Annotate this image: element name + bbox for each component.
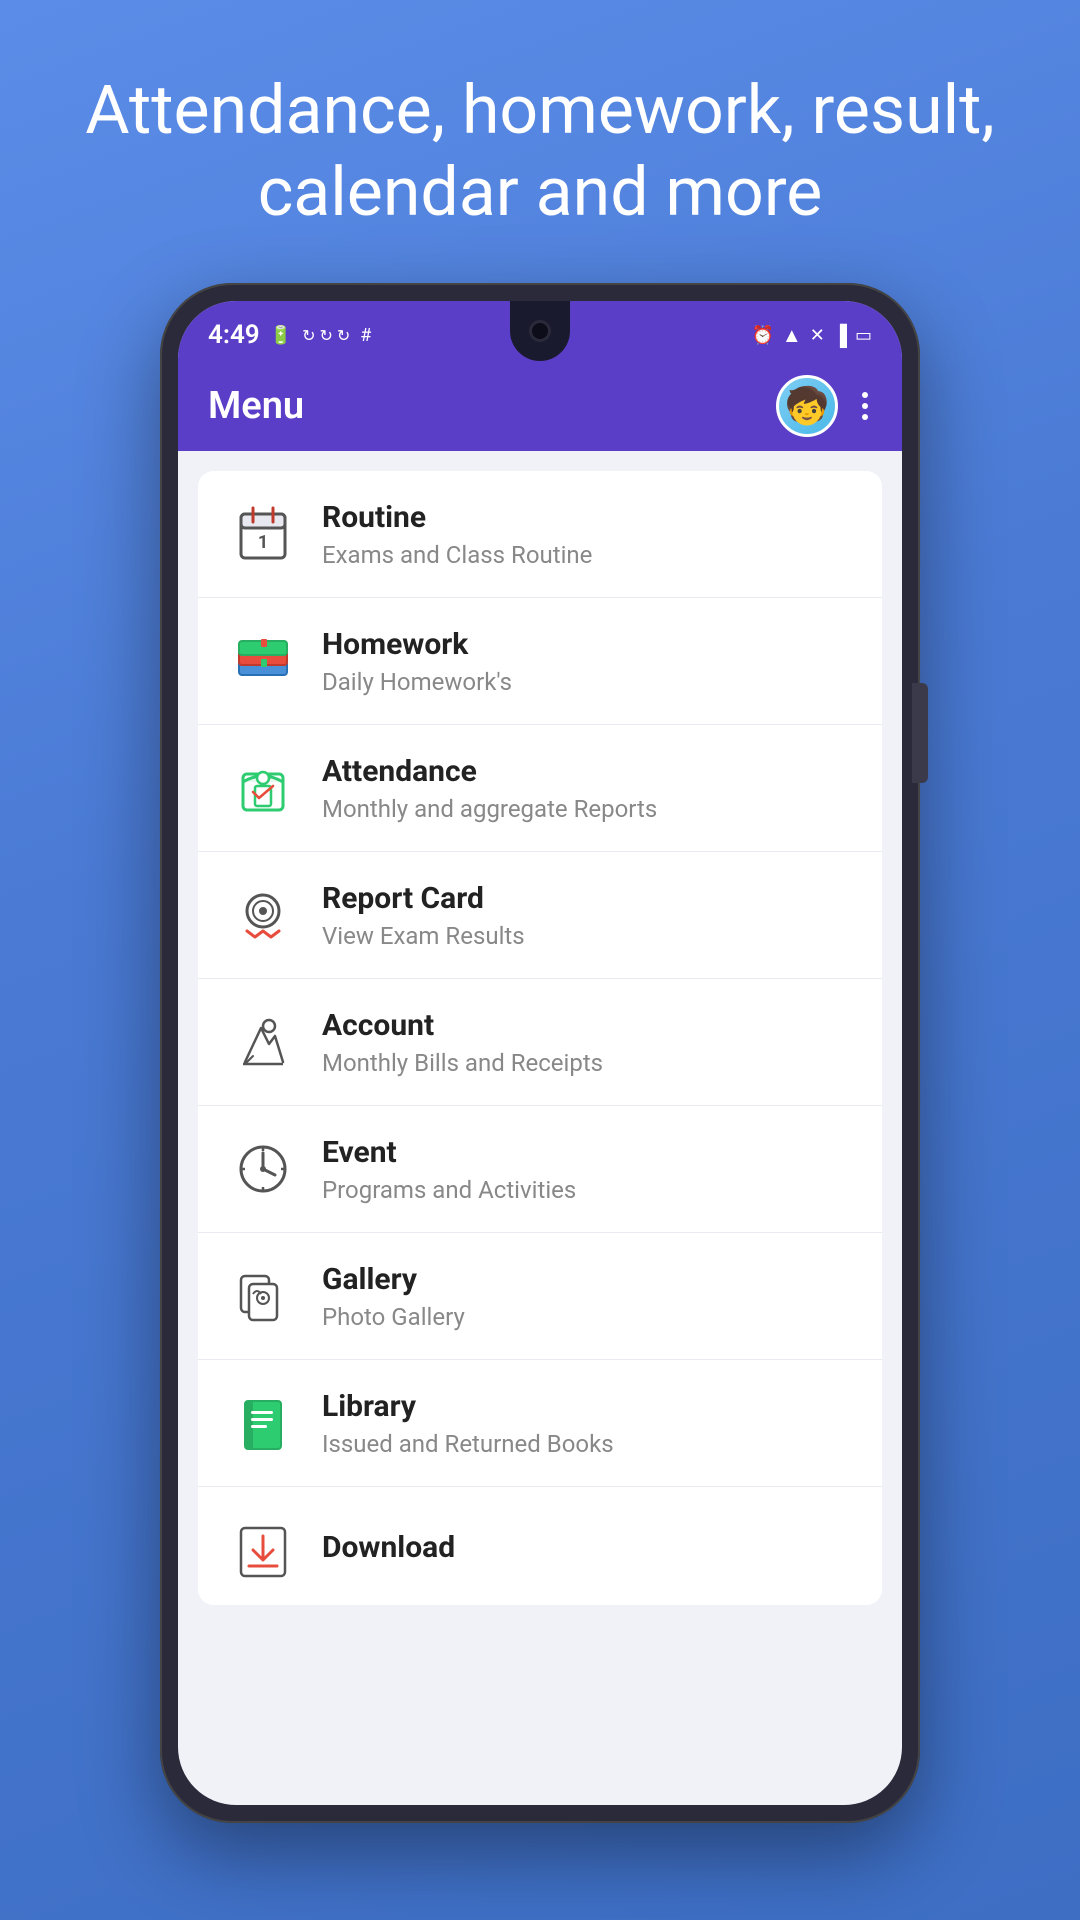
gallery-text: Gallery Photo Gallery — [322, 1262, 852, 1331]
library-title: Library — [322, 1389, 852, 1424]
battery-icon: ▭ — [855, 325, 872, 346]
phone-screen: 4:49 🔋 ↻ ↻ ↻ # ⏰ ▲ ✕ ▐ ▭ Menu — [178, 301, 902, 1805]
status-left: 4:49 🔋 ↻ ↻ ↻ # — [208, 320, 371, 350]
camera-notch — [510, 301, 570, 361]
event-text: Event Programs and Activities — [322, 1135, 852, 1204]
dot2 — [862, 403, 868, 409]
svg-text:1: 1 — [258, 532, 268, 553]
menu-item-event[interactable]: Event Programs and Activities — [198, 1106, 882, 1233]
homework-subtitle: Daily Homework's — [322, 668, 852, 696]
side-button — [912, 683, 928, 783]
event-subtitle: Programs and Activities — [322, 1176, 852, 1204]
menu-item-routine[interactable]: 1 Routine Exams and Class Routine — [198, 471, 882, 598]
menu-item-download[interactable]: Download — [198, 1487, 882, 1605]
signal-icon: ▐ — [833, 323, 847, 348]
menu-item-library[interactable]: Library Issued and Returned Books — [198, 1360, 882, 1487]
routine-text: Routine Exams and Class Routine — [322, 500, 852, 569]
gallery-title: Gallery — [322, 1262, 852, 1297]
gallery-subtitle: Photo Gallery — [322, 1303, 852, 1331]
gallery-icon — [228, 1261, 298, 1331]
phone-wrapper: 4:49 🔋 ↻ ↻ ↻ # ⏰ ▲ ✕ ▐ ▭ Menu — [160, 283, 920, 1920]
routine-subtitle: Exams and Class Routine — [322, 541, 852, 569]
app-header: Menu 🧒 — [178, 361, 902, 451]
download-title: Download — [322, 1530, 852, 1565]
alarm-icon: ⏰ — [752, 325, 774, 346]
menu-item-report-card[interactable]: Report Card View Exam Results — [198, 852, 882, 979]
attendance-text: Attendance Monthly and aggregate Reports — [322, 754, 852, 823]
status-icons: ⏰ ▲ ✕ ▐ ▭ — [752, 323, 873, 348]
homework-icon — [228, 626, 298, 696]
phone-frame: 4:49 🔋 ↻ ↻ ↻ # ⏰ ▲ ✕ ▐ ▭ Menu — [160, 283, 920, 1823]
more-menu-button[interactable] — [858, 388, 872, 424]
dot3 — [862, 414, 868, 420]
status-time: 4:49 — [208, 320, 260, 350]
header-right: 🧒 — [776, 375, 872, 437]
account-icon — [228, 1007, 298, 1077]
homework-text: Homework Daily Homework's — [322, 627, 852, 696]
avatar-image: 🧒 — [785, 385, 830, 427]
report-card-icon — [228, 880, 298, 950]
signal-x-icon: ✕ — [810, 325, 825, 346]
slack-icon: # — [360, 325, 371, 346]
attendance-subtitle: Monthly and aggregate Reports — [322, 795, 852, 823]
menu-item-homework[interactable]: Homework Daily Homework's — [198, 598, 882, 725]
dot1 — [862, 392, 868, 398]
report-card-subtitle: View Exam Results — [322, 922, 852, 950]
download-icon — [228, 1515, 298, 1585]
menu-item-gallery[interactable]: Gallery Photo Gallery — [198, 1233, 882, 1360]
account-title: Account — [322, 1008, 852, 1043]
menu-list: 1 Routine Exams and Class Routine — [198, 471, 882, 1605]
routine-icon: 1 — [228, 499, 298, 569]
menu-item-attendance[interactable]: Attendance Monthly and aggregate Reports — [198, 725, 882, 852]
battery-charging-icon: 🔋 — [270, 325, 292, 346]
headline: Attendance, homework, result, calendar a… — [0, 0, 1080, 283]
library-text: Library Issued and Returned Books — [322, 1389, 852, 1458]
library-subtitle: Issued and Returned Books — [322, 1430, 852, 1458]
homework-title: Homework — [322, 627, 852, 662]
report-card-text: Report Card View Exam Results — [322, 881, 852, 950]
attendance-title: Attendance — [322, 754, 852, 789]
library-icon — [228, 1388, 298, 1458]
camera-dot — [529, 320, 551, 342]
header-title: Menu — [208, 384, 304, 428]
avatar[interactable]: 🧒 — [776, 375, 838, 437]
event-title: Event — [322, 1135, 852, 1170]
routine-title: Routine — [322, 500, 852, 535]
menu-item-account[interactable]: Account Monthly Bills and Receipts — [198, 979, 882, 1106]
attendance-icon — [228, 753, 298, 823]
account-text: Account Monthly Bills and Receipts — [322, 1008, 852, 1077]
event-icon — [228, 1134, 298, 1204]
download-text: Download — [322, 1530, 852, 1571]
account-subtitle: Monthly Bills and Receipts — [322, 1049, 852, 1077]
wifi-icon: ▲ — [782, 323, 802, 348]
report-card-title: Report Card — [322, 881, 852, 916]
sync-icons: ↻ ↻ ↻ — [302, 326, 350, 345]
